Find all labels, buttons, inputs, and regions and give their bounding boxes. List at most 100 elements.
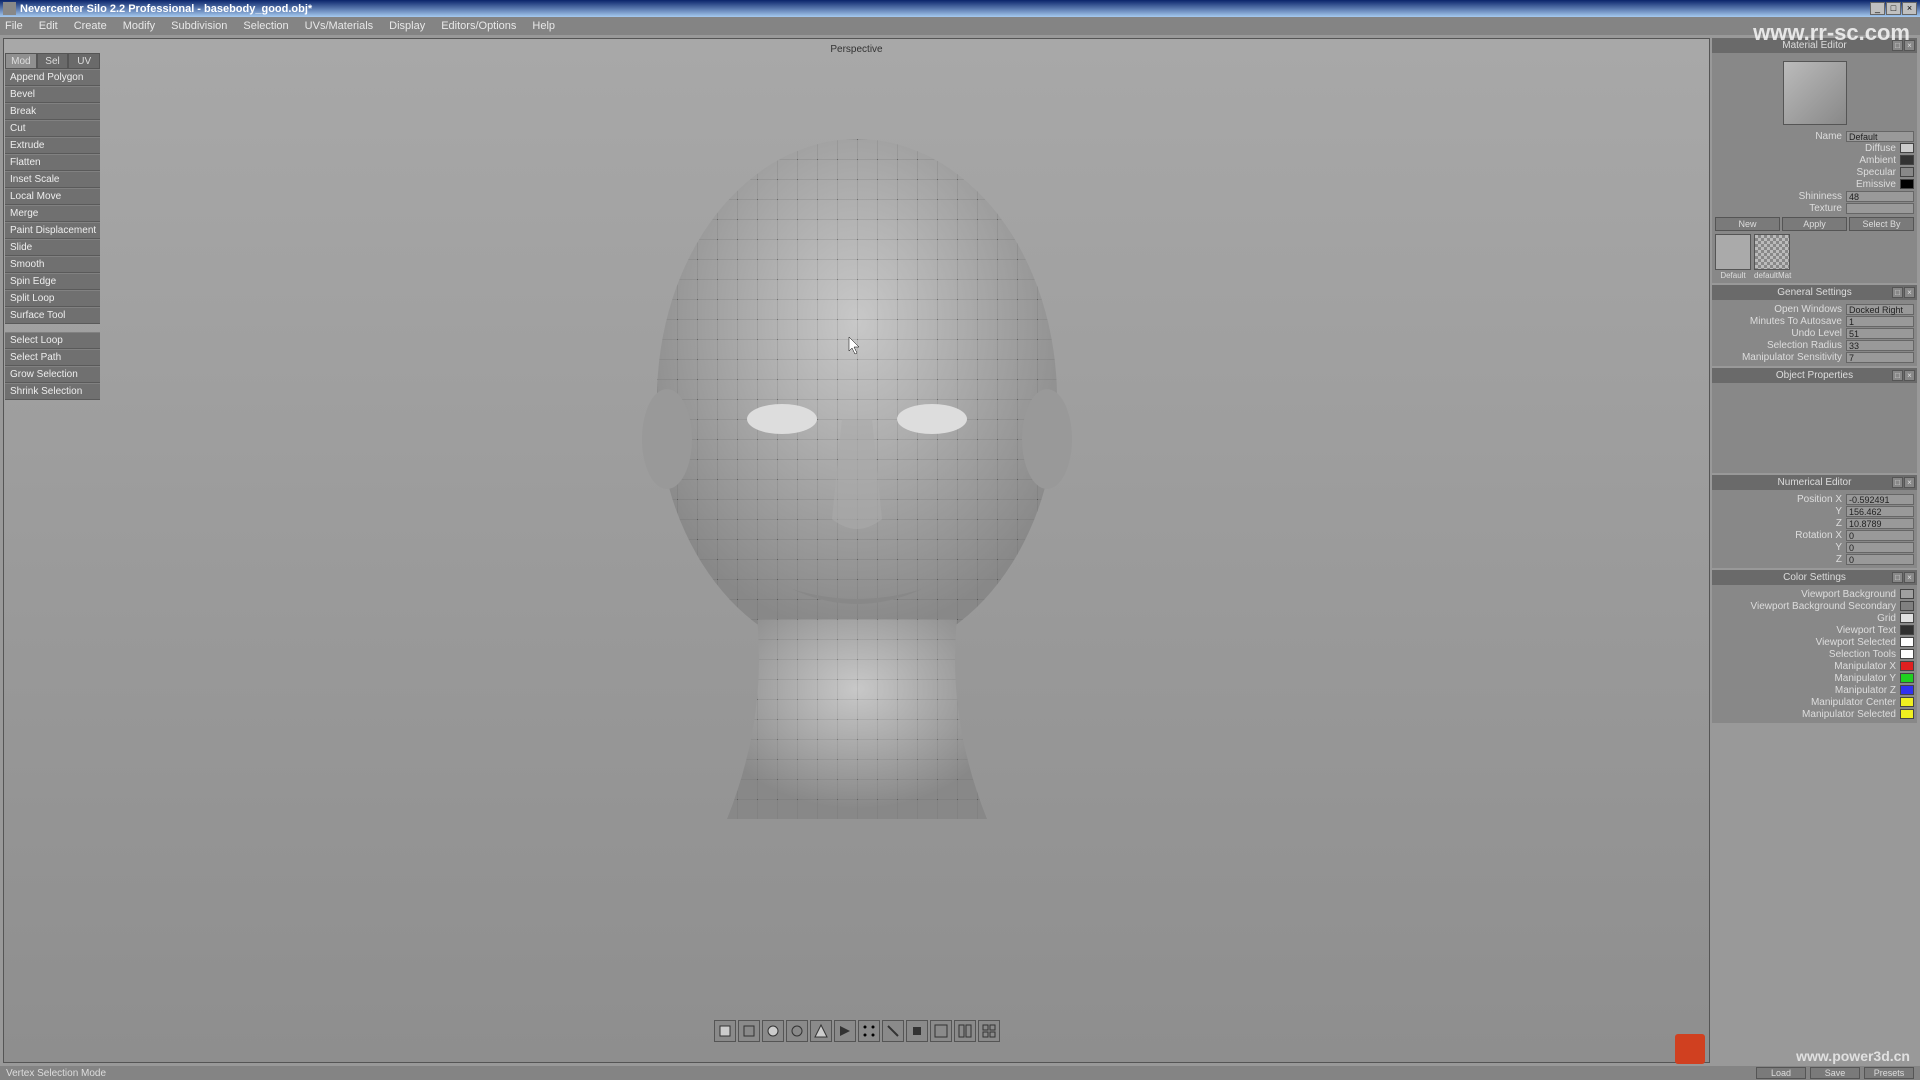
material-name-field[interactable]: Default — [1846, 131, 1914, 142]
diffuse-swatch[interactable] — [1900, 143, 1914, 153]
color-swatch-viewport-background-secondary[interactable] — [1900, 601, 1914, 611]
color-swatch-manipulator-x[interactable] — [1900, 661, 1914, 671]
tool-grow-selection[interactable]: Grow Selection — [5, 366, 100, 383]
save-button[interactable]: Save — [1810, 1067, 1860, 1079]
panel-undock-button[interactable]: □ — [1892, 287, 1903, 298]
label: Manipulator Selected — [1715, 709, 1900, 720]
tool-merge[interactable]: Merge — [5, 205, 100, 222]
shade-mode-3[interactable] — [762, 1020, 784, 1042]
specular-swatch[interactable] — [1900, 167, 1914, 177]
shade-mode-2[interactable] — [738, 1020, 760, 1042]
panel-close-button[interactable]: × — [1904, 477, 1915, 488]
menu-editorsoptions[interactable]: Editors/Options — [441, 20, 516, 32]
ambient-swatch[interactable] — [1900, 155, 1914, 165]
menu-edit[interactable]: Edit — [39, 20, 58, 32]
shade-mode-4[interactable] — [786, 1020, 808, 1042]
apply-material-button[interactable]: Apply — [1782, 217, 1847, 231]
menu-subdivision[interactable]: Subdivision — [171, 20, 227, 32]
selection-radius-field[interactable]: 33 — [1846, 340, 1914, 351]
position-y-field[interactable]: 156.462 — [1846, 506, 1914, 517]
rotation-z-field[interactable]: 0 — [1846, 554, 1914, 565]
tab-mod[interactable]: Mod — [5, 53, 37, 69]
tool-local-move[interactable]: Local Move — [5, 188, 100, 205]
maximize-button[interactable]: □ — [1886, 2, 1901, 15]
tool-append-polygon[interactable]: Append Polygon — [5, 69, 100, 86]
panel-close-button[interactable]: × — [1904, 370, 1915, 381]
tool-select-path[interactable]: Select Path — [5, 349, 100, 366]
sel-edge-icon[interactable] — [882, 1020, 904, 1042]
texture-field[interactable] — [1846, 203, 1914, 214]
tool-break[interactable]: Break — [5, 103, 100, 120]
tool-spin-edge[interactable]: Spin Edge — [5, 273, 100, 290]
shade-mode-1[interactable] — [714, 1020, 736, 1042]
color-swatch-manipulator-y[interactable] — [1900, 673, 1914, 683]
panel-close-button[interactable]: × — [1904, 287, 1915, 298]
tool-inset-scale[interactable]: Inset Scale — [5, 171, 100, 188]
tab-uv[interactable]: UV — [68, 53, 100, 69]
close-button[interactable]: × — [1902, 2, 1917, 15]
select-by-material-button[interactable]: Select By — [1849, 217, 1914, 231]
minimize-button[interactable]: _ — [1870, 2, 1885, 15]
color-swatch-viewport-selected[interactable] — [1900, 637, 1914, 647]
color-swatch-manipulator-selected[interactable] — [1900, 709, 1914, 719]
material-thumb-defaultmat[interactable]: defaultMat — [1754, 234, 1790, 280]
shininess-field[interactable]: 48 — [1846, 191, 1914, 202]
view-4-icon[interactable] — [978, 1020, 1000, 1042]
view-2-icon[interactable] — [954, 1020, 976, 1042]
label: Viewport Text — [1715, 625, 1900, 636]
label: Selection Radius — [1715, 340, 1846, 351]
shade-mode-5[interactable] — [810, 1020, 832, 1042]
presets-button[interactable]: Presets — [1864, 1067, 1914, 1079]
sel-vertex-icon[interactable] — [858, 1020, 880, 1042]
label: Viewport Background — [1715, 589, 1900, 600]
position-z-field[interactable]: 10.8789 — [1846, 518, 1914, 529]
tool-smooth[interactable]: Smooth — [5, 256, 100, 273]
emissive-swatch[interactable] — [1900, 179, 1914, 189]
menu-help[interactable]: Help — [532, 20, 555, 32]
tool-extrude[interactable]: Extrude — [5, 137, 100, 154]
material-thumb-default[interactable]: Default — [1715, 234, 1751, 280]
new-material-button[interactable]: New — [1715, 217, 1780, 231]
view-1-icon[interactable] — [930, 1020, 952, 1042]
open-windows-dropdown[interactable]: Docked Right — [1846, 304, 1914, 315]
tool-flatten[interactable]: Flatten — [5, 154, 100, 171]
menu-file[interactable]: File — [5, 20, 23, 32]
tool-paint-displacement[interactable]: Paint Displacement — [5, 222, 100, 239]
panel-close-button[interactable]: × — [1904, 572, 1915, 583]
sel-face-icon[interactable] — [906, 1020, 928, 1042]
position-x-field[interactable]: -0.592491 — [1846, 494, 1914, 505]
color-swatch-selection-tools[interactable] — [1900, 649, 1914, 659]
tool-surface-tool[interactable]: Surface Tool — [5, 307, 100, 324]
sel-object-icon[interactable] — [834, 1020, 856, 1042]
viewport[interactable]: Perspective — [3, 38, 1710, 1063]
rotation-y-field[interactable]: 0 — [1846, 542, 1914, 553]
manipulator-sensitivity-field[interactable]: 7 — [1846, 352, 1914, 363]
color-swatch-manipulator-center[interactable] — [1900, 697, 1914, 707]
menu-create[interactable]: Create — [74, 20, 107, 32]
menu-uvsmaterials[interactable]: UVs/Materials — [305, 20, 373, 32]
tool-split-loop[interactable]: Split Loop — [5, 290, 100, 307]
menu-modify[interactable]: Modify — [123, 20, 155, 32]
color-swatch-viewport-background[interactable] — [1900, 589, 1914, 599]
viewport-toolbar — [714, 1020, 1000, 1042]
tool-bevel[interactable]: Bevel — [5, 86, 100, 103]
tool-cut[interactable]: Cut — [5, 120, 100, 137]
panel-undock-button[interactable]: □ — [1892, 370, 1903, 381]
tab-sel[interactable]: Sel — [37, 53, 69, 69]
autosave-field[interactable]: 1 — [1846, 316, 1914, 327]
undo-level-field[interactable]: 51 — [1846, 328, 1914, 339]
panel-undock-button[interactable]: □ — [1892, 572, 1903, 583]
tool-shrink-selection[interactable]: Shrink Selection — [5, 383, 100, 400]
color-swatch-manipulator-z[interactable] — [1900, 685, 1914, 695]
load-button[interactable]: Load — [1756, 1067, 1806, 1079]
rotation-x-field[interactable]: 0 — [1846, 530, 1914, 541]
tool-slide[interactable]: Slide — [5, 239, 100, 256]
label: Viewport Selected — [1715, 637, 1900, 648]
label: Minutes To Autosave — [1715, 316, 1846, 327]
panel-undock-button[interactable]: □ — [1892, 477, 1903, 488]
color-swatch-grid[interactable] — [1900, 613, 1914, 623]
menu-selection[interactable]: Selection — [243, 20, 288, 32]
tool-select-loop[interactable]: Select Loop — [5, 332, 100, 349]
color-swatch-viewport-text[interactable] — [1900, 625, 1914, 635]
menu-display[interactable]: Display — [389, 20, 425, 32]
